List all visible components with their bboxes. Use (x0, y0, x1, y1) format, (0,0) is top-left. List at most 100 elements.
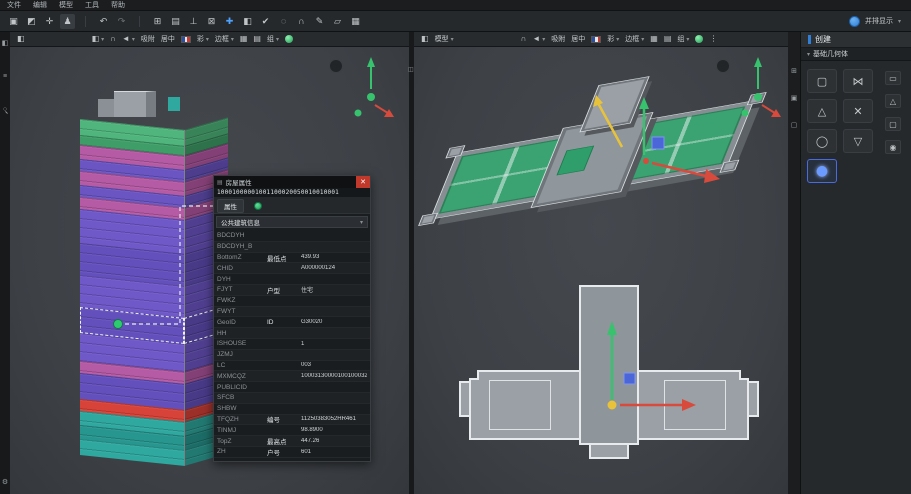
menu-item[interactable]: 模型 (59, 0, 73, 10)
display-mode-icon[interactable]: ◧ (421, 35, 429, 43)
style-flag-icon[interactable] (181, 36, 191, 43)
property-row[interactable]: FWKZ (214, 296, 370, 307)
snap-arrow-icon[interactable]: ◄ (122, 35, 135, 43)
property-row[interactable]: SHBW (214, 404, 370, 415)
style-flag-icon[interactable] (591, 36, 601, 43)
account-icon[interactable] (849, 16, 860, 27)
property-row[interactable]: PUBLICID (214, 382, 370, 393)
draw-icon[interactable]: ✎ (312, 14, 327, 29)
menu-icon[interactable]: ≡ (3, 73, 7, 80)
grid-toggle-icon[interactable]: ▦ (650, 35, 658, 43)
floor-plan-2d[interactable] (459, 285, 759, 465)
ground-snap-icon[interactable]: ⊥ (186, 14, 201, 29)
axis-gizmo[interactable] (736, 55, 782, 127)
shape-cross-button[interactable]: ✕ (843, 99, 873, 123)
property-row[interactable]: LC 003 (214, 361, 370, 372)
property-row[interactable]: ISHOUSE 1 (214, 339, 370, 350)
property-row[interactable]: BDCDYH_B (214, 242, 370, 253)
tool-box-icon[interactable]: ▢ (885, 117, 901, 131)
select-icon[interactable]: ◩ (24, 14, 39, 29)
panel-toggle-icon[interactable]: ▣ (791, 95, 798, 102)
dialog-titlebar[interactable]: ▤ 房屋属性 ✕ (214, 176, 370, 188)
overflow-icon[interactable]: ⋮ (709, 35, 717, 43)
menu-item[interactable]: 编辑 (33, 0, 47, 10)
snap-label[interactable]: 吸附 (141, 34, 155, 44)
display-mode-icon[interactable]: ◧ (92, 35, 105, 43)
group-label[interactable]: 组 (677, 34, 689, 44)
layer-toggle-icon[interactable]: ▤ (253, 35, 261, 43)
snap-arrow-icon[interactable]: ◄ (532, 35, 545, 43)
move-tool-icon[interactable]: ✛ (42, 14, 57, 29)
shape-sphere-button[interactable]: ● (807, 159, 837, 183)
settings-icon[interactable]: ⚙ (2, 479, 8, 486)
color-mode-label[interactable]: 彩 (197, 34, 209, 44)
redo-icon[interactable]: ↷ (114, 14, 129, 29)
viewport-right-canvas[interactable] (414, 47, 788, 494)
grid-icon[interactable]: ▦ (348, 14, 363, 29)
property-row[interactable]: TINMJ 98.8900 (214, 425, 370, 436)
tool-sphere-icon[interactable]: ◉ (885, 140, 901, 154)
menu-item[interactable]: 帮助 (111, 0, 125, 10)
edge-mode-label[interactable]: 边框 (215, 34, 234, 44)
toolbar-divider[interactable] (132, 14, 147, 29)
undo-icon[interactable]: ↶ (96, 14, 111, 29)
snap-label[interactable]: 吸附 (551, 34, 565, 44)
measure-icon[interactable]: ▱ (330, 14, 345, 29)
frame-icon[interactable]: ▢ (791, 122, 798, 129)
display-mode-label[interactable]: 并排显示 (865, 16, 893, 26)
property-row[interactable]: CHID A000000124 (214, 263, 370, 274)
viewport-home-icon[interactable]: ◧ (17, 35, 25, 43)
expand-icon[interactable]: ⊞ (791, 68, 797, 75)
section-basic-geometry[interactable]: 基础几何体 (801, 48, 911, 61)
close-icon[interactable]: ✕ (356, 176, 370, 188)
layers-icon[interactable]: ▤ (168, 14, 183, 29)
grid-toggle-icon[interactable]: ▦ (240, 35, 248, 43)
viewport-left-canvas[interactable]: ▤ 房屋属性 ✕ 1000100000100110002005001001000… (10, 47, 409, 494)
lock-icon[interactable]: ▣ (6, 14, 21, 29)
menu-item[interactable]: 文件 (7, 0, 21, 10)
confirm-icon[interactable]: ✔ (258, 14, 273, 29)
marquee-icon[interactable]: ◌ (276, 14, 291, 29)
search-icon[interactable]: ○ (3, 106, 7, 113)
property-row[interactable]: SFCB (214, 393, 370, 404)
menu-item[interactable]: 工具 (85, 0, 99, 10)
property-row[interactable]: MXMCQZ 10003130000100100032 (214, 371, 370, 382)
magnet-icon[interactable]: ∩ (110, 35, 116, 43)
magnet-icon[interactable]: ∩ (521, 35, 527, 43)
property-row[interactable]: BDCDYH (214, 231, 370, 242)
frame-select-icon[interactable]: ⊞ (150, 14, 165, 29)
property-row[interactable]: HH (214, 328, 370, 339)
cube-axis-icon[interactable]: ◧ (240, 14, 255, 29)
move-gizmo-icon[interactable]: ✚ (222, 14, 237, 29)
property-row[interactable]: DYH (214, 274, 370, 285)
layer-toggle-icon[interactable]: ▤ (664, 35, 672, 43)
orbit-icon[interactable] (716, 59, 730, 73)
model-label[interactable]: 模型 (435, 34, 454, 44)
material-sphere-icon[interactable] (695, 35, 703, 43)
shape-bowtie-button[interactable]: ⋈ (843, 69, 873, 93)
building-model[interactable] (80, 85, 230, 466)
center-label[interactable]: 居中 (161, 34, 175, 44)
shape-triangle-down-button[interactable]: ▽ (843, 129, 873, 153)
tool-wedge-icon[interactable]: △ (885, 94, 901, 108)
person-scale-icon[interactable]: ♟ (60, 14, 75, 29)
tab-properties[interactable]: 属性 (217, 199, 244, 213)
chevron-down-icon[interactable] (898, 18, 901, 25)
property-row[interactable]: TopZ 最高点 447.26 (214, 436, 370, 447)
shape-rectangle-button[interactable]: ▢ (807, 69, 837, 93)
shape-circle-button[interactable]: ◯ (807, 129, 837, 153)
property-row[interactable]: JZMJ (214, 350, 370, 361)
category-dropdown[interactable]: 公共建筑信息 (216, 216, 368, 228)
split-handle-icon[interactable]: ◫ (408, 66, 414, 73)
property-row[interactable]: GeoID ID G30020 (214, 317, 370, 328)
home-icon[interactable]: ◧ (2, 40, 9, 47)
plan2d-shaft[interactable] (579, 285, 639, 445)
lock-selection-icon[interactable]: ⊠ (204, 14, 219, 29)
axis-gizmo[interactable] (349, 55, 395, 127)
property-row[interactable]: ZH 户号 601 (214, 447, 370, 458)
property-row[interactable]: FJYT 户型 住宅 (214, 285, 370, 296)
floor-plan-3d[interactable] (422, 78, 762, 242)
shape-triangle-button[interactable]: △ (807, 99, 837, 123)
magnet-icon[interactable]: ∩ (294, 14, 309, 29)
property-row[interactable]: BottomZ 最低点 439.93 (214, 253, 370, 264)
